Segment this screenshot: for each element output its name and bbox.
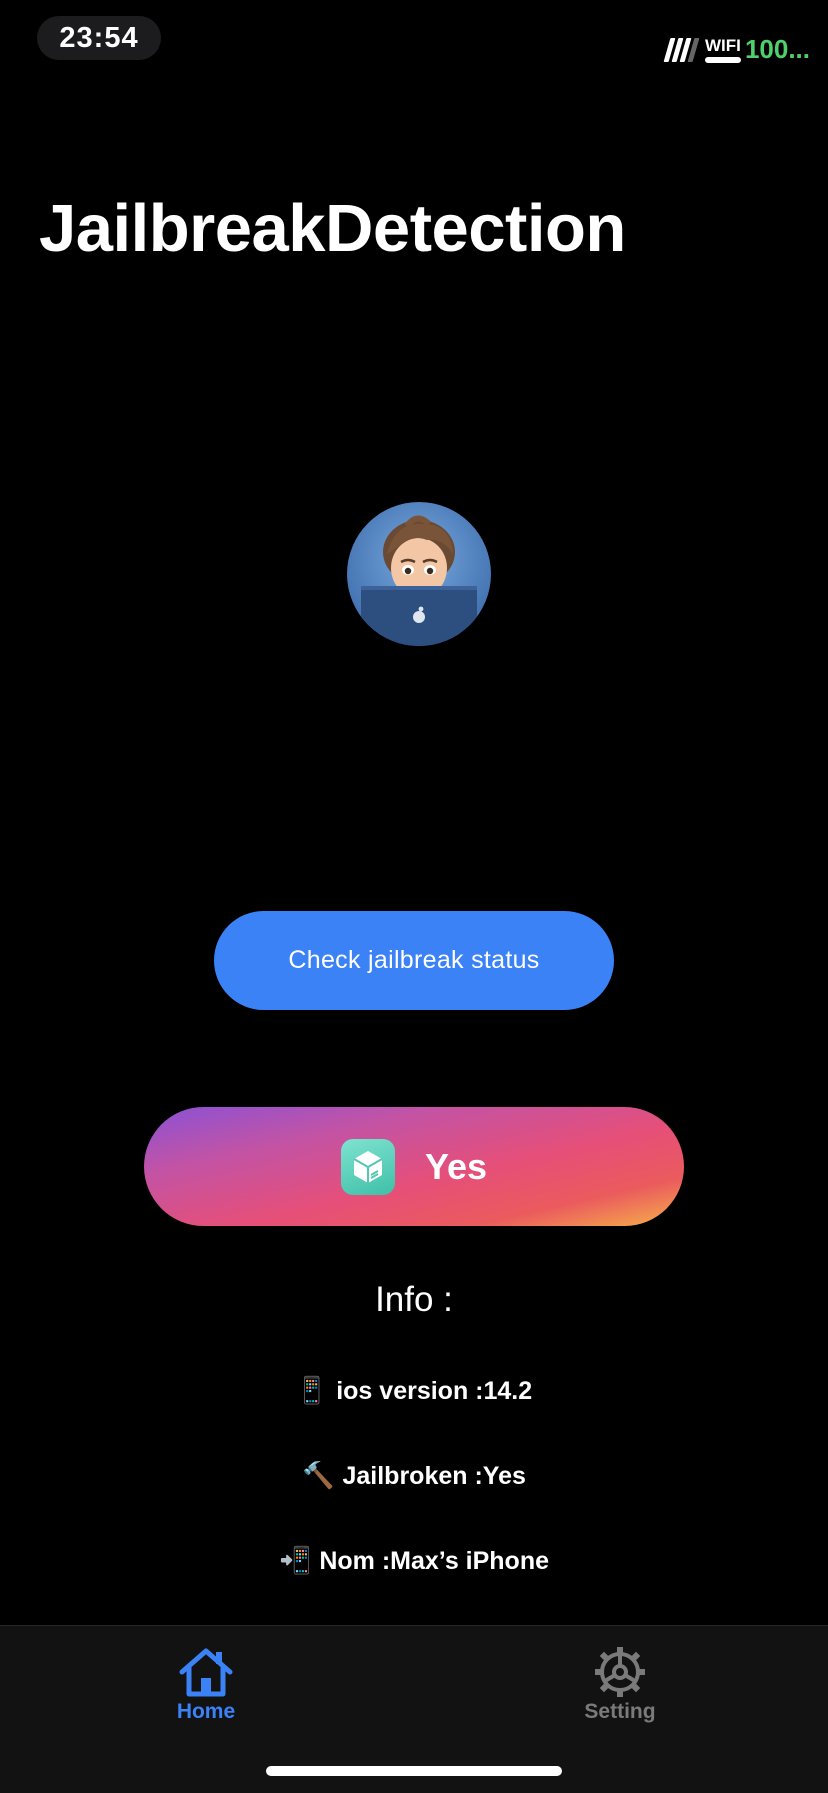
tab-home[interactable]: Home: [136, 1646, 276, 1724]
info-ios-version-text: ios version :14.2: [336, 1376, 533, 1405]
package-manager-app-icon: [340, 1138, 395, 1195]
hammer-icon: 🔨: [302, 1461, 335, 1491]
tab-setting-label: Setting: [584, 1700, 656, 1723]
wifi-underline: [704, 56, 741, 63]
status-indicators: WIFI 100...: [663, 34, 810, 65]
phone-arrow-icon: 📲: [278, 1546, 312, 1576]
jailbreak-result-label: Yes: [424, 1145, 488, 1187]
status-time: 23:54: [37, 16, 161, 60]
page-title: JailbreakDetection: [39, 191, 626, 266]
info-device-name: 📲 Nom :Max’s iPhone: [0, 1546, 828, 1576]
memoji-avatar-icon: [347, 502, 491, 646]
jailbreak-result-button[interactable]: Yes: [144, 1107, 684, 1226]
check-jailbreak-button[interactable]: Check jailbreak status: [214, 911, 614, 1010]
phone-icon: 📱: [295, 1376, 329, 1406]
settings-icon: [595, 1647, 645, 1697]
wifi-label: WIFI: [704, 35, 741, 55]
home-icon: [179, 1648, 233, 1697]
tab-setting[interactable]: Setting: [550, 1646, 690, 1724]
info-ios-version: 📱 ios version :14.2: [0, 1376, 828, 1406]
info-jailbroken-text: Jailbroken :Yes: [342, 1461, 526, 1490]
signal-strength-icon: [663, 37, 700, 62]
avatar: [347, 502, 491, 646]
info-heading: Info :: [375, 1280, 453, 1319]
tab-home-label: Home: [176, 1700, 236, 1723]
info-device-name-text: Nom :Max’s iPhone: [319, 1546, 550, 1575]
wifi-indicator: WIFI: [704, 35, 741, 63]
info-jailbroken: 🔨 Jailbroken :Yes: [0, 1461, 828, 1491]
home-indicator: [266, 1766, 562, 1776]
battery-level: 100...: [744, 34, 810, 64]
